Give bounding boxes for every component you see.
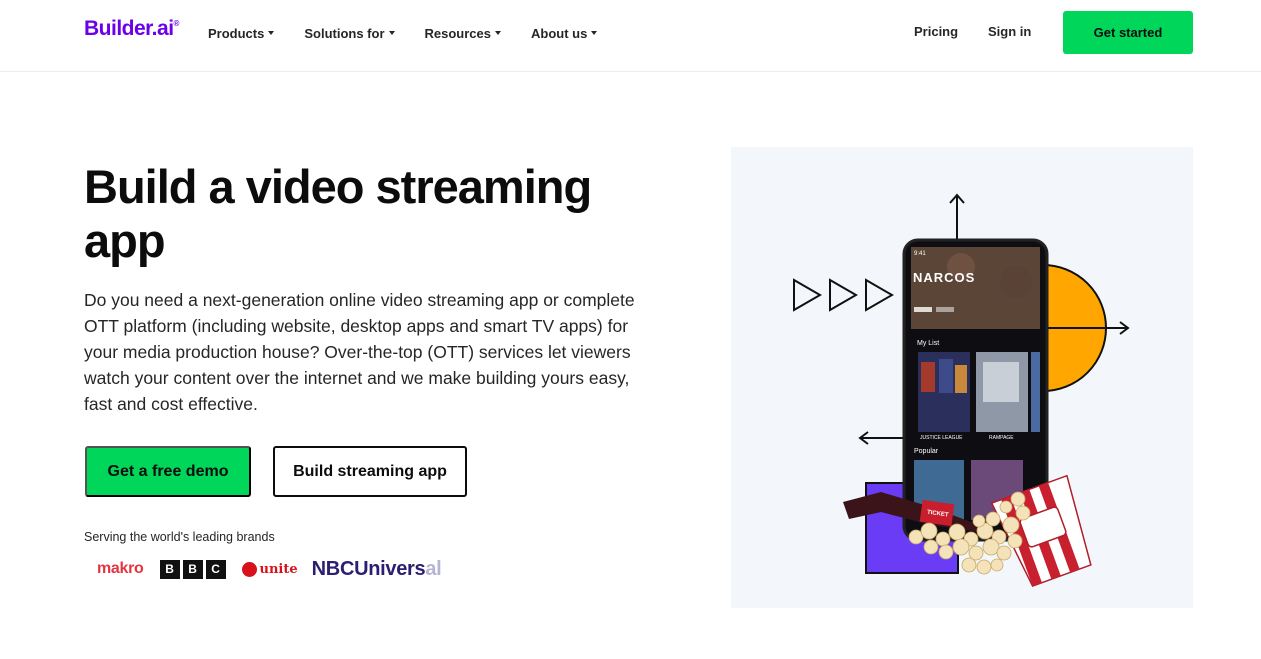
- nbc-text-faded: al: [425, 557, 442, 580]
- play-triangles-icon: [793, 278, 895, 312]
- bbc-letter: B: [159, 559, 180, 579]
- poster-figure: [955, 365, 967, 393]
- unite-text: unite: [259, 561, 298, 577]
- sign-in-link[interactable]: Sign in: [988, 24, 1031, 39]
- builder-ai-logo[interactable]: Builder.ai®: [84, 17, 179, 41]
- hero-description: Do you need a next-generation online vid…: [84, 290, 635, 414]
- chevron-down-icon: [591, 31, 598, 35]
- nav-resources[interactable]: Resources: [425, 24, 501, 42]
- bbc-letter: C: [205, 559, 226, 579]
- poster-figure: [983, 362, 1019, 402]
- chevron-down-icon: [388, 31, 395, 35]
- nav-solutions[interactable]: Solutions for: [304, 24, 395, 42]
- nav-about-label: About us: [531, 25, 588, 41]
- bbc-letter: B: [182, 559, 203, 579]
- feature-button: [936, 307, 954, 312]
- logo-text: Builder.ai: [84, 17, 174, 40]
- poster-partial: [1031, 352, 1040, 432]
- nav-resources-label: Resources: [424, 25, 491, 41]
- makro-logo: makro: [97, 560, 144, 577]
- chevron-down-icon: [495, 31, 501, 35]
- brand-logos: makro B B C unite NBCUniversal: [97, 556, 442, 582]
- chevron-down-icon: [268, 31, 275, 35]
- actor-image: [1000, 266, 1032, 298]
- site-header: Builder.ai® Products Solutions for Resou…: [0, 0, 1261, 72]
- feature-title: NARCOS: [913, 270, 975, 285]
- logo-mark: ®: [173, 19, 180, 28]
- bbc-logo: B B C: [159, 559, 226, 579]
- poster-figure: [939, 359, 953, 393]
- phone-time: 9:41: [914, 251, 926, 257]
- virgin-unite-logo: unite: [241, 561, 298, 577]
- nbcuniversal-logo: NBCUniversal: [312, 558, 442, 581]
- hero-illustration: 9:41 NARCOS My List JUSTICE LEAGUE RAMPA…: [731, 147, 1193, 608]
- poster-figure: [921, 362, 935, 392]
- poster-1-label: JUSTICE LEAGUE: [920, 435, 963, 441]
- virgin-icon: [241, 561, 257, 577]
- nbc-text-main: NBCUnivers: [311, 557, 426, 580]
- nav-solutions-label: Solutions for: [304, 25, 385, 41]
- nav-products-label: Products: [208, 25, 265, 41]
- my-list-label: My List: [917, 340, 939, 347]
- hero-title: Build a video streaming app: [84, 160, 592, 267]
- nav-about[interactable]: About us: [531, 24, 598, 42]
- main-nav: Products Solutions for Resources About u…: [208, 24, 627, 42]
- nav-products[interactable]: Products: [208, 24, 275, 42]
- pricing-link[interactable]: Pricing: [914, 24, 958, 39]
- popular-label: Popular: [914, 448, 939, 455]
- brands-label: Serving the world's leading brands: [84, 530, 275, 544]
- streaming-app-illustration: 9:41 NARCOS My List JUSTICE LEAGUE RAMPA…: [793, 193, 1130, 588]
- poster-2-label: RAMPAGE: [989, 435, 1014, 441]
- get-started-button[interactable]: Get started: [1063, 11, 1193, 54]
- free-demo-button[interactable]: Get a free demo: [85, 446, 251, 497]
- feature-button: [914, 307, 932, 312]
- build-streaming-app-button[interactable]: Build streaming app: [273, 446, 467, 497]
